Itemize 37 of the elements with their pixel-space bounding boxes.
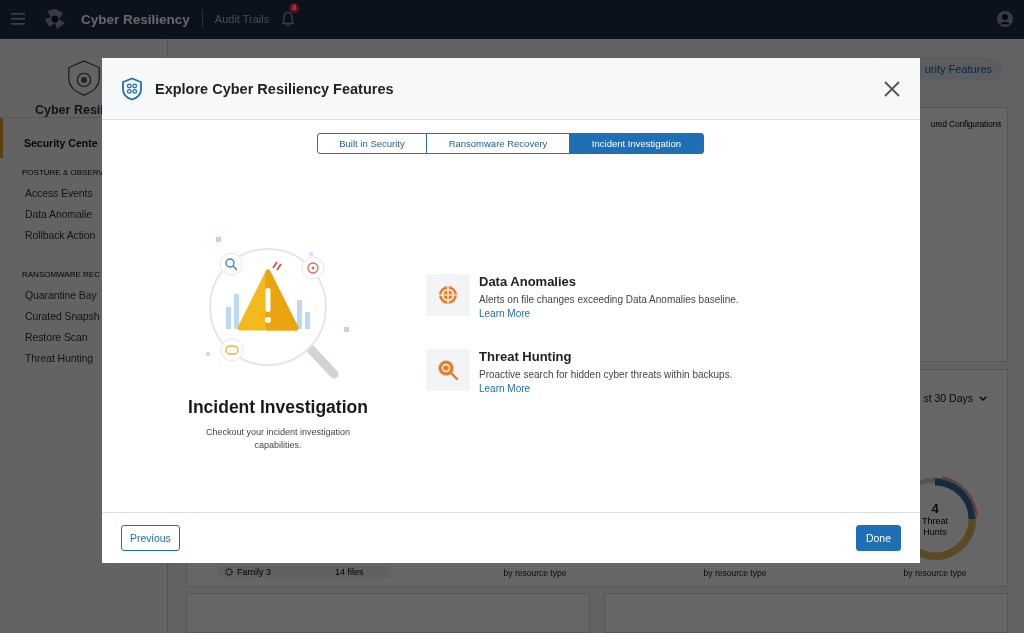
chevron-down-icon	[979, 395, 987, 401]
close-icon[interactable]	[884, 80, 900, 97]
date-range-dropdown[interactable]: st 30 Days	[923, 392, 987, 405]
shield-icon	[121, 76, 143, 101]
modal-title: Explore Cyber Resiliency Features	[155, 80, 394, 97]
section-heading: RANSOMWARE REC	[21, 269, 101, 281]
donut-value: 4	[931, 500, 939, 516]
learn-more-link[interactable]: Learn More	[479, 383, 531, 394]
target-search-icon	[426, 349, 470, 391]
feature-heading: Incident Investigation	[188, 397, 368, 418]
feature-description: Proactive search for hidden cyber threats within backups.	[479, 369, 733, 380]
chart-caption: by resource type	[703, 568, 767, 578]
feature-description: Checkout your incident investigation capabilities.	[204, 426, 352, 452]
feature-description: Alerts on file changes exceeding Data Anomalies baseline.	[479, 294, 739, 305]
tab[interactable]: Ransomware Recovery	[426, 133, 570, 154]
chart-caption: by resource type	[903, 568, 967, 578]
notification-badge: 8	[289, 3, 300, 13]
table-cell-text: Family 3	[237, 567, 272, 577]
table-cell: 14 files	[335, 567, 364, 577]
audit-trails-link[interactable]: Audit Trails	[214, 13, 270, 25]
donut-label: Threat Hunts	[921, 515, 949, 538]
section-heading: POSTURE & OBSERV	[21, 167, 105, 179]
app-title: Cyber Resiliency	[81, 11, 190, 27]
card-label: ured Configurations	[930, 119, 1001, 129]
feature-title: Threat Hunting	[479, 349, 573, 364]
tab[interactable]: Built in Security	[317, 133, 427, 154]
feature-title: Data Anomalies	[479, 274, 578, 289]
target-icon	[426, 274, 470, 316]
user-avatar-icon[interactable]	[997, 11, 1013, 27]
learn-more-link[interactable]: Learn More	[479, 308, 531, 319]
logo-icon	[43, 7, 67, 31]
chart-caption: by resource type	[503, 568, 567, 578]
bell-icon[interactable]	[281, 11, 296, 27]
tab[interactable]: Incident Investigation	[569, 133, 704, 154]
done-button[interactable]: Done	[855, 525, 901, 551]
previous-button[interactable]: Previous	[121, 525, 180, 551]
menu-icon[interactable]	[11, 13, 25, 25]
